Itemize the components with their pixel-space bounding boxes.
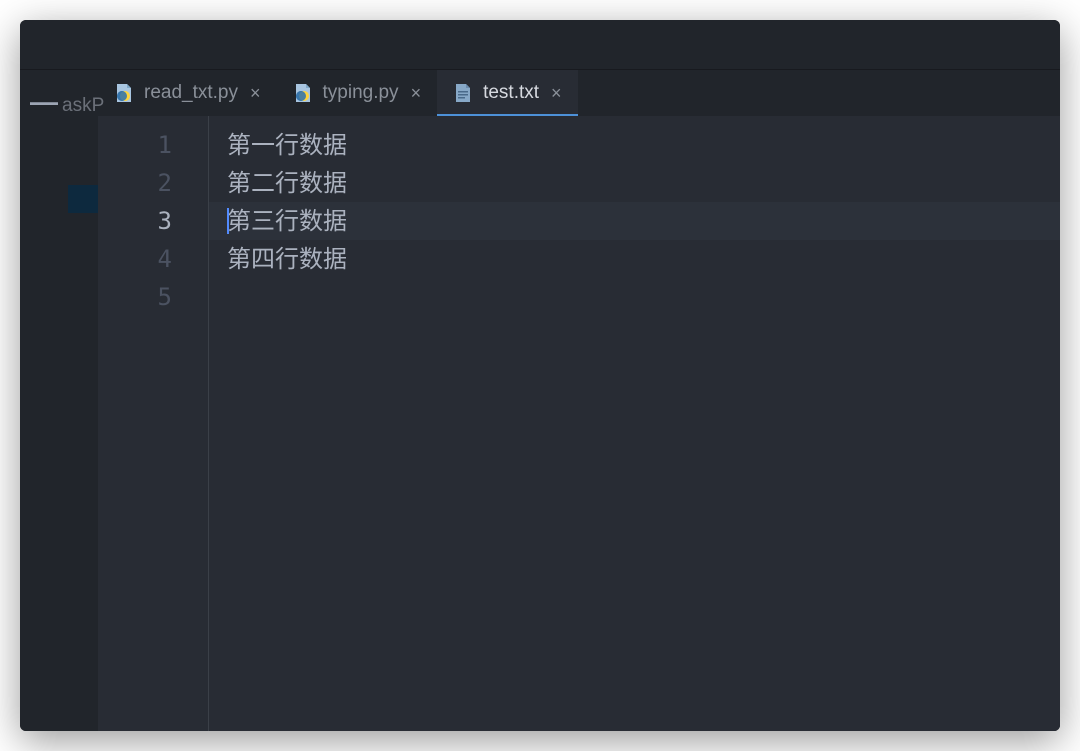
editor-line[interactable]: 第四行数据 (209, 240, 1060, 278)
content-area: read_txt.py × typing.py × (98, 70, 1060, 731)
line-number[interactable]: 2 (98, 164, 208, 202)
tab-typing-py[interactable]: typing.py × (277, 70, 438, 116)
tab-label: read_txt.py (144, 82, 238, 104)
project-panel: askP (68, 70, 98, 731)
titlebar (20, 20, 1060, 70)
line-number[interactable]: 4 (98, 240, 208, 278)
editor-content[interactable]: 第一行数据 第二行数据 第三行数据 第四行数据 (208, 116, 1060, 731)
tab-label: test.txt (483, 82, 539, 104)
close-icon[interactable]: × (549, 82, 564, 104)
minimize-icon[interactable]: — (30, 88, 58, 116)
python-file-icon (114, 83, 134, 103)
project-selected-item[interactable] (68, 185, 98, 213)
gutter: 1 2 3 4 5 (98, 116, 208, 731)
editor-line-current[interactable]: 第三行数据 (209, 202, 1060, 240)
text-cursor (227, 208, 229, 234)
editor: 1 2 3 4 5 第一行数据 第二行数据 第三行数据 第四行数据 (98, 116, 1060, 731)
line-text: 第一行数据 (227, 131, 347, 159)
editor-line[interactable]: 第一行数据 (209, 126, 1060, 164)
line-number[interactable]: 5 (98, 278, 208, 316)
close-icon[interactable]: × (248, 82, 263, 104)
editor-window: — askP re (20, 20, 1060, 731)
line-text: 第四行数据 (227, 245, 347, 273)
tab-label: typing.py (323, 82, 399, 104)
close-icon[interactable]: × (409, 82, 424, 104)
text-file-icon (453, 83, 473, 103)
editor-line[interactable]: 第二行数据 (209, 164, 1060, 202)
tab-read-txt-py[interactable]: read_txt.py × (98, 70, 277, 116)
line-text: 第二行数据 (227, 169, 347, 197)
line-number[interactable]: 1 (98, 126, 208, 164)
main-area: — askP re (20, 70, 1060, 731)
line-text: 第三行数据 (227, 207, 347, 235)
python-file-icon (293, 83, 313, 103)
sidebar-left: — (20, 70, 68, 731)
line-number-current[interactable]: 3 (98, 202, 208, 240)
tab-bar: read_txt.py × typing.py × (98, 70, 1060, 116)
editor-line[interactable] (209, 278, 1060, 316)
tab-test-txt[interactable]: test.txt × (437, 70, 577, 116)
